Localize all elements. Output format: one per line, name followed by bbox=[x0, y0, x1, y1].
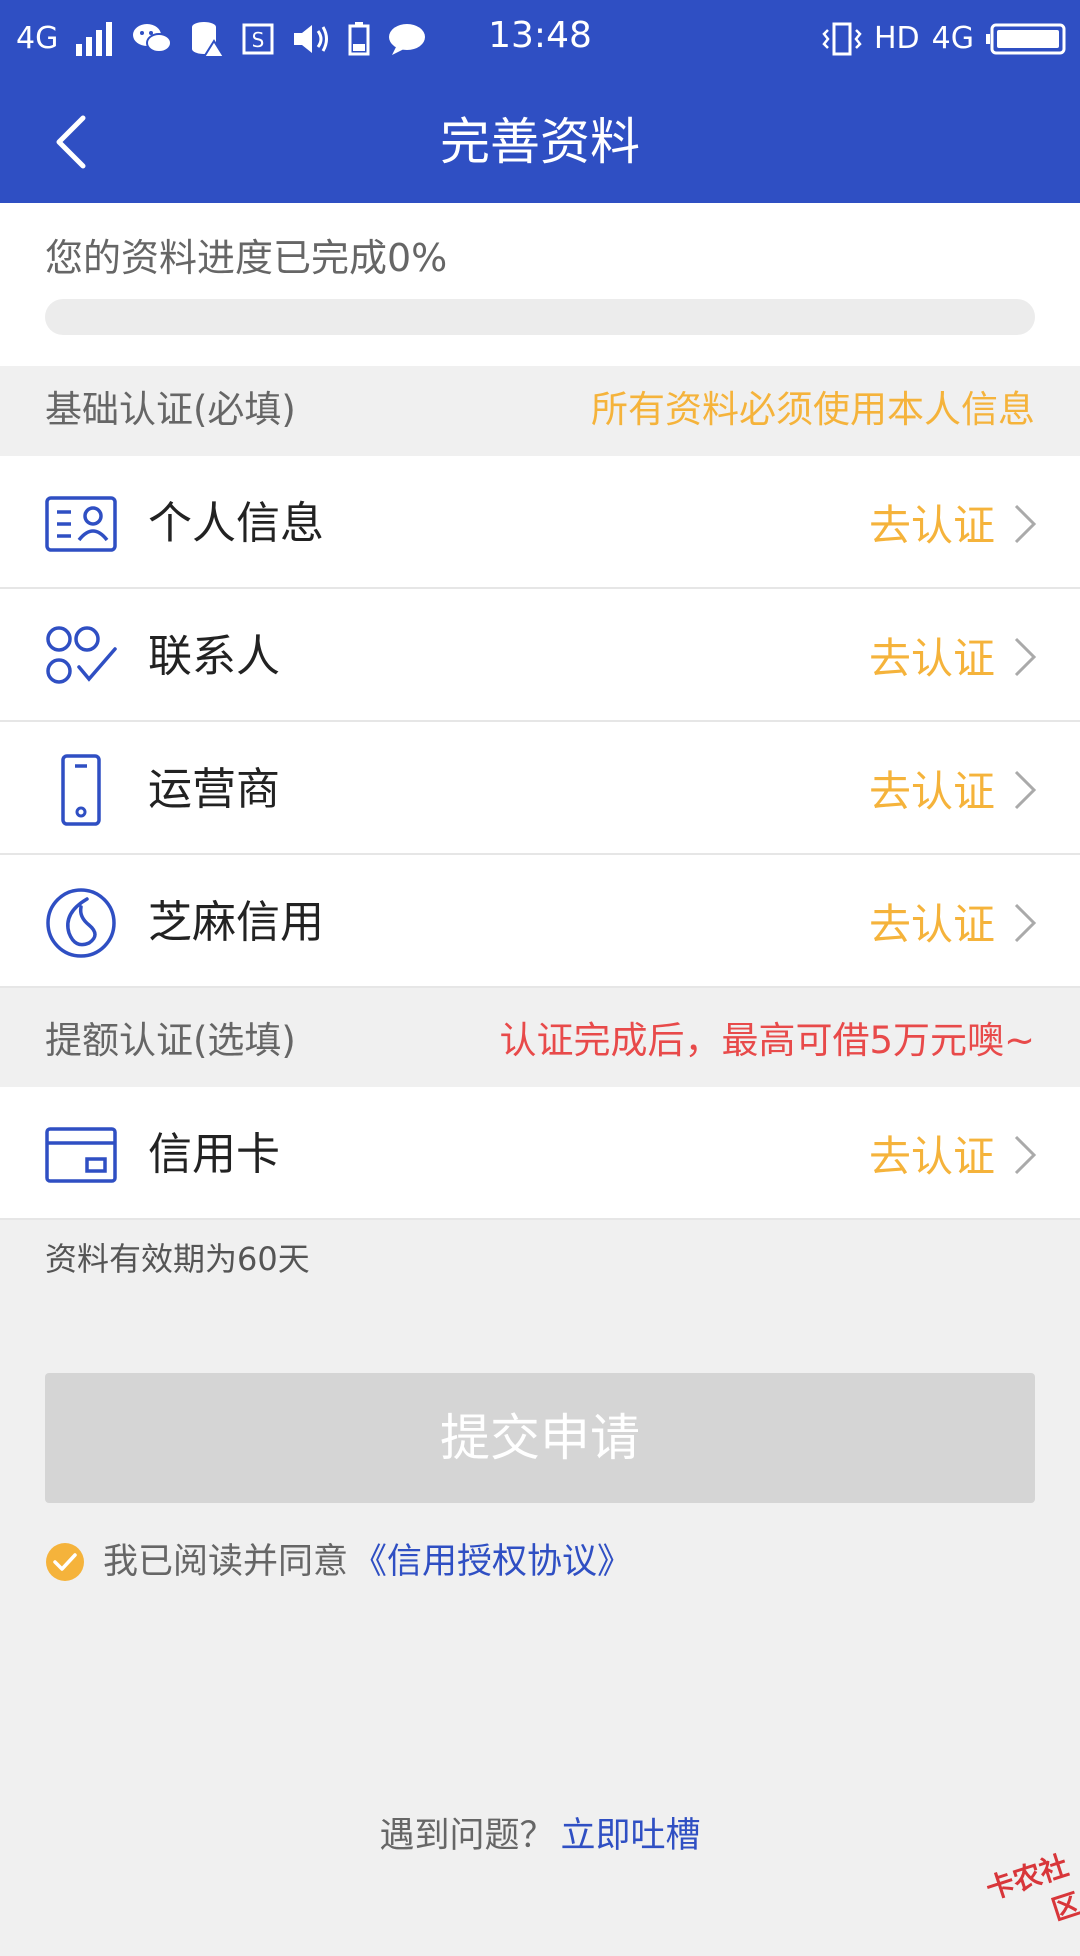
verify-link[interactable]: 去认证 bbox=[869, 900, 995, 950]
quota-section-header: 提额认证(选填) 认证完成后，最高可借5万元噢~ bbox=[0, 997, 1080, 1087]
basic-section-note: 所有资料必须使用本人信息 bbox=[591, 388, 1035, 431]
verify-link[interactable]: 去认证 bbox=[869, 1132, 995, 1182]
chevron-right-icon bbox=[1014, 770, 1037, 810]
progress-section: 您的资料进度已完成0% bbox=[0, 203, 1080, 366]
sesame-credit-icon bbox=[46, 888, 116, 958]
battery-icon bbox=[986, 23, 1066, 55]
basic-section-header: 基础认证(必填) 所有资料必须使用本人信息 bbox=[0, 366, 1080, 456]
progress-bar bbox=[45, 299, 1035, 335]
verify-link[interactable]: 去认证 bbox=[869, 501, 995, 551]
hd-label: HD bbox=[873, 21, 920, 56]
verify-link[interactable]: 去认证 bbox=[869, 634, 995, 684]
list-item-credit-card[interactable]: 信用卡 去认证 bbox=[0, 1087, 1080, 1220]
basic-section-title: 基础认证(必填) bbox=[45, 388, 296, 431]
chevron-right-icon bbox=[1014, 1135, 1037, 1175]
nav-bar: 完善资料 bbox=[0, 80, 1080, 203]
help-row: 遇到问题？ 立即吐槽 bbox=[0, 1815, 1080, 1857]
status-right: HD 4G bbox=[822, 14, 1066, 64]
agreement-text: 我已阅读并同意 bbox=[103, 1542, 349, 1582]
chevron-right-icon bbox=[1014, 903, 1037, 943]
watermark-text: 卡农社区 bbox=[982, 1848, 1080, 1927]
list-item-label: 芝麻信用 bbox=[148, 897, 324, 948]
quota-section-title: 提额认证(选填) bbox=[45, 1019, 296, 1062]
list-item-label: 信用卡 bbox=[148, 1129, 280, 1180]
credit-card-icon bbox=[45, 1127, 117, 1183]
feedback-link[interactable]: 立即吐槽 bbox=[561, 1816, 701, 1856]
phone-icon bbox=[61, 754, 101, 826]
contacts-icon bbox=[46, 626, 117, 684]
status-bar: 4G S 13:48 HD 4G bbox=[0, 0, 1080, 80]
list-item-sesame-credit[interactable]: 芝麻信用 去认证 bbox=[0, 855, 1080, 988]
quota-section-note: 认证完成后，最高可借5万元噢~ bbox=[499, 1019, 1035, 1062]
list-item-label: 联系人 bbox=[148, 631, 280, 682]
progress-label: 您的资料进度已完成0% bbox=[45, 236, 448, 280]
agreement-row: 我已阅读并同意 《信用授权协议》 bbox=[45, 1540, 632, 1584]
network-type-right: 4G bbox=[931, 21, 974, 56]
vibrate-icon bbox=[822, 22, 862, 56]
id-card-icon bbox=[45, 496, 117, 552]
list-item-contacts[interactable]: 联系人 去认证 bbox=[0, 589, 1080, 722]
page-title: 完善资料 bbox=[440, 113, 640, 171]
help-text: 遇到问题？ bbox=[379, 1816, 555, 1856]
validity-note: 资料有效期为60天 bbox=[45, 1240, 310, 1278]
list-item-carrier[interactable]: 运营商 去认证 bbox=[0, 722, 1080, 855]
chevron-right-icon bbox=[1014, 504, 1037, 544]
list-item-label: 个人信息 bbox=[148, 498, 324, 549]
list-item-personal-info[interactable]: 个人信息 去认证 bbox=[0, 456, 1080, 589]
submit-button[interactable]: 提交申请 bbox=[45, 1373, 1035, 1503]
checkbox-checked-icon[interactable] bbox=[45, 1542, 85, 1582]
verify-link[interactable]: 去认证 bbox=[869, 767, 995, 817]
agreement-link[interactable]: 《信用授权协议》 bbox=[352, 1541, 632, 1583]
list-item-label: 运营商 bbox=[148, 764, 280, 815]
chevron-right-icon bbox=[1014, 637, 1037, 677]
